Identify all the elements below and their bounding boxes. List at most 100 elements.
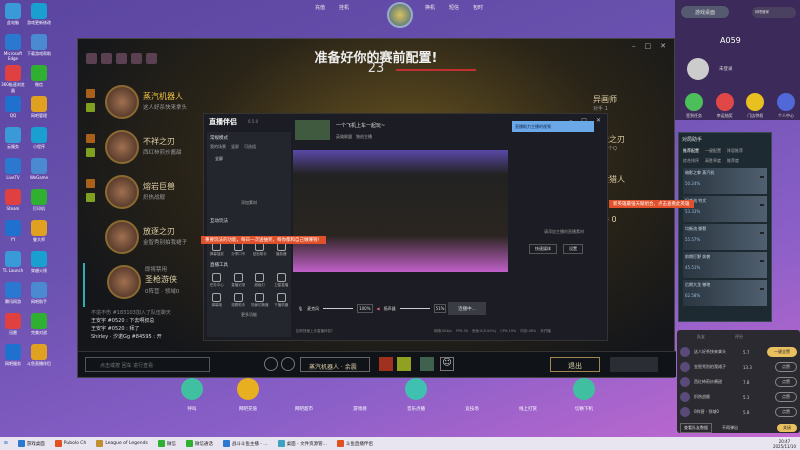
helper-tab[interactable]: 一键配置 xyxy=(705,148,721,154)
team-player-slot[interactable]: 不祥之刃 西红柿煎炒酱甜 xyxy=(83,128,208,172)
like-button[interactable]: 点赞 xyxy=(775,392,797,402)
desktop-icon[interactable]: LiveTV xyxy=(0,158,26,180)
source-item[interactable]: 全屏 xyxy=(207,150,291,168)
taskbar-app[interactable]: 战斗斗鱼主播 - ... xyxy=(222,440,268,447)
side-action-button[interactable]: 个人中心 xyxy=(776,93,795,119)
tag[interactable]: 独创主播 xyxy=(356,134,372,140)
user-avatar[interactable] xyxy=(687,58,709,80)
mic-slider[interactable] xyxy=(323,308,354,309)
helper-filter[interactable]: 推荐度 xyxy=(727,158,739,164)
close-icon[interactable]: ✕ xyxy=(596,117,601,124)
desktop-icon[interactable]: 网吧服务 xyxy=(0,344,26,367)
more-functions[interactable]: 更多功能 xyxy=(207,312,291,318)
notice-banner[interactable]: 重要玩法的功能，每日一次送抽奖，每你都和自己做赚钱！ xyxy=(201,236,326,244)
login-status[interactable]: 未登录 xyxy=(719,66,733,72)
dock-item[interactable]: 呼叫 xyxy=(175,378,209,412)
mic-icon[interactable]: 🎙 xyxy=(298,306,303,311)
apply-button[interactable] xyxy=(760,176,764,178)
like-button[interactable]: 点赞 xyxy=(775,362,797,372)
taskbar-app[interactable]: 斗鱼直播伴侣 xyxy=(336,440,373,447)
tool-button[interactable]: 弹幕姬 xyxy=(207,293,227,308)
desktop-icon[interactable]: 斗鱼直播伴侣 xyxy=(26,344,52,367)
hangup-button[interactable]: 挂机 xyxy=(339,4,349,11)
desktop-icon[interactable]: 下载游戏帮助 xyxy=(26,34,52,57)
ward-skin[interactable] xyxy=(420,357,434,371)
desktop-icon[interactable]: 网吧管理 xyxy=(26,96,52,119)
team-player-slot[interactable]: 即将禁用 圣枪游侠 0阵营 · 领域0 xyxy=(83,263,208,307)
room-title[interactable]: 一个飞机上车一起玩~ xyxy=(336,122,385,129)
taskbar-app[interactable]: 桌面 - 文件资源管... xyxy=(277,440,327,447)
desktop-icon[interactable]: 此电脑 xyxy=(0,3,26,26)
helper-filter[interactable]: 高胜率度 xyxy=(705,158,721,164)
tool-button[interactable]: 下播机器 xyxy=(272,293,292,308)
desktop-icon[interactable]: 完美对战 xyxy=(26,313,52,336)
tag[interactable]: 英雄联盟 xyxy=(336,134,352,140)
desktop-icon[interactable]: 迅雷 xyxy=(0,313,26,336)
desktop-icon[interactable]: 云服务 xyxy=(0,127,26,150)
desktop-icon[interactable]: 360极速浏览器 xyxy=(0,65,26,94)
user-avatar[interactable] xyxy=(387,2,413,28)
desktop-icon[interactable]: WeGame xyxy=(26,158,52,180)
sms-button[interactable]: 短信 xyxy=(449,4,459,11)
like-button[interactable]: 点赞 xyxy=(775,377,797,387)
taskbar-app[interactable]: 微信通话 xyxy=(185,440,213,447)
tool-button[interactable]: 卫星直播 xyxy=(272,273,292,288)
dock-item[interactable]: 线上打赏 xyxy=(511,378,545,412)
apply-button[interactable] xyxy=(760,260,764,262)
like-button[interactable]: 一键全赞 xyxy=(767,347,797,357)
speaker-icon[interactable]: ◀ xyxy=(377,306,380,311)
desktop-icon[interactable]: 打印机 xyxy=(26,189,52,212)
helper-notice[interactable]: 新英雄最强天赋组合，点击查看此英雄 xyxy=(609,200,694,208)
tab-scene[interactable]: 我的场景 xyxy=(210,144,226,150)
taskbar-app[interactable]: Pubolo Ch xyxy=(54,440,86,447)
desktop-icon[interactable]: QQ xyxy=(0,96,26,118)
media-button[interactable]: 快速媒体 xyxy=(529,244,557,254)
apply-button[interactable] xyxy=(760,204,764,206)
desktop-icon[interactable]: Steam xyxy=(0,189,26,211)
speaker-slider[interactable] xyxy=(399,308,430,309)
rune-config-row[interactable]: 均衡流 撕裂 55.57% xyxy=(683,224,767,250)
helper-tab[interactable]: 阵容推荐 xyxy=(727,148,743,154)
promo-banner[interactable]: 直播助力主播的视频 xyxy=(512,121,594,132)
rune-config-row[interactable]: 后期大龙 撼地 62.58% xyxy=(683,280,767,306)
tab-vertical[interactable]: 竖屏 xyxy=(231,144,239,150)
desktop-icon[interactable]: 穿越火线 xyxy=(26,251,52,274)
team-player-slot[interactable]: 蒸汽机器人 这人好杀快来拿头 xyxy=(83,83,208,127)
tool-button[interactable]: 贴贴助手 xyxy=(250,242,270,257)
start-icon[interactable]: ⊞ xyxy=(4,441,8,446)
exit-button[interactable]: 退出 xyxy=(550,357,600,372)
rune-config-row[interactable]: 暗影之拳 蒸汽机 50.24% xyxy=(683,168,767,194)
tool-button[interactable]: 分享口令 xyxy=(229,242,249,257)
desktop-icon[interactable]: Microsoft Edge xyxy=(0,34,26,61)
room-cover[interactable] xyxy=(295,120,330,140)
tool-button[interactable]: 直播记录 xyxy=(229,273,249,288)
mode-select[interactable]: 常规模式 xyxy=(207,132,291,144)
team-player-slot[interactable]: 熔岩巨兽 炽热战舰 xyxy=(83,173,208,217)
dock-item[interactable]: 音乐点播 xyxy=(399,378,433,412)
rune-config-row[interactable]: 前期打野 奔袭 45.51% xyxy=(683,252,767,278)
close-button[interactable]: 关闭 xyxy=(777,424,797,432)
desktop-icon[interactable]: 游戏更新修改 xyxy=(26,3,52,26)
desktop-icon[interactable]: YY xyxy=(0,220,26,242)
tab-group[interactable]: 可选组 xyxy=(244,144,256,150)
dock-item[interactable]: 网吧充值 xyxy=(231,378,265,412)
taskbar-app[interactable]: League of Legends xyxy=(96,440,148,447)
desktop-icon[interactable]: 腾讯网游 xyxy=(0,282,26,305)
edit-icon[interactable] xyxy=(281,357,295,371)
speaker-volume[interactable]: 51% xyxy=(433,304,447,313)
settings-button[interactable]: 设置 xyxy=(563,244,583,254)
switch-machine-button[interactable]: 换机 xyxy=(425,4,435,11)
desktop-icon[interactable]: 小程序 xyxy=(26,127,52,150)
helper-tab[interactable]: 推荐配置 xyxy=(683,148,699,154)
time-package-button[interactable]: 包时 xyxy=(473,4,483,11)
desktop-icon[interactable]: 微信 xyxy=(26,65,52,88)
game-desktop-button[interactable]: 游戏桌面 xyxy=(681,6,729,18)
dock-item[interactable]: 切换下机 xyxy=(567,378,601,412)
desktop-icon[interactable]: 鲁大师 xyxy=(26,220,52,243)
tool-button[interactable]: 场景切换器 xyxy=(250,293,270,308)
side-action-button[interactable]: 签到任务 xyxy=(685,93,703,119)
tool-button[interactable]: 弹幕抽奖 xyxy=(207,242,227,257)
tool-button[interactable]: 任务中心 xyxy=(207,273,227,288)
tool-button[interactable]: 播放器 xyxy=(272,242,292,257)
recharge-button[interactable]: 充值 xyxy=(315,4,325,11)
